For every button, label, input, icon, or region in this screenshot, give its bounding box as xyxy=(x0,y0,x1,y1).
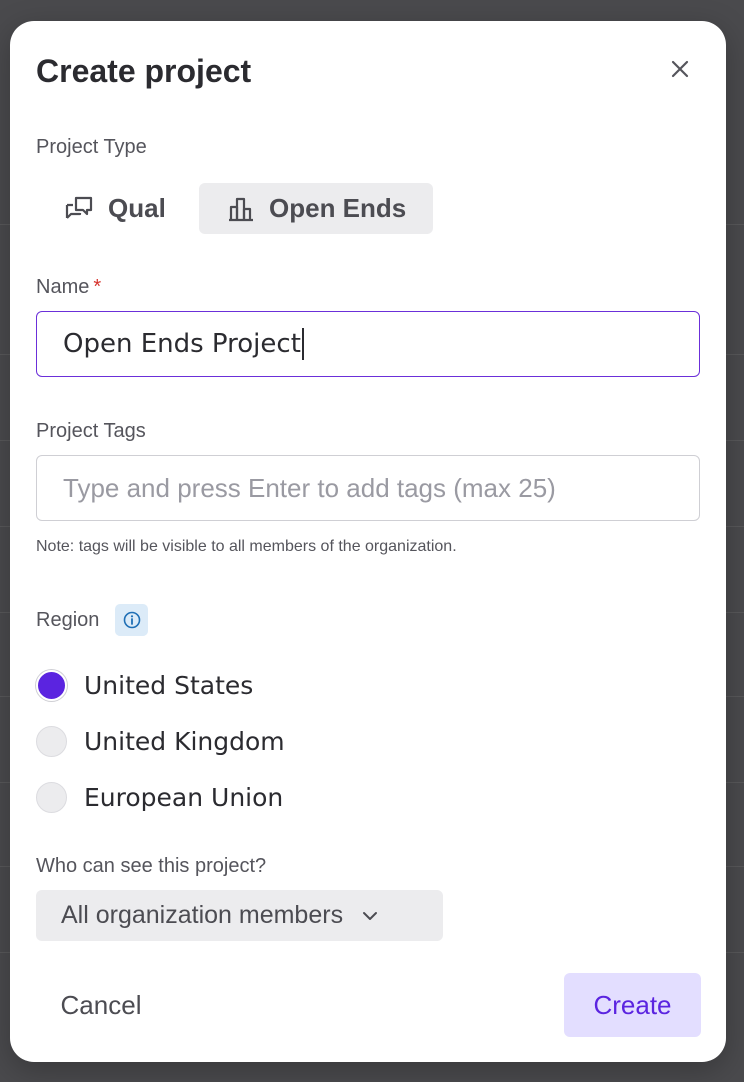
region-info-button[interactable] xyxy=(115,604,148,636)
cancel-button[interactable]: Cancel xyxy=(36,973,166,1037)
region-option-united-states[interactable]: United States xyxy=(36,668,253,702)
name-input[interactable]: Open Ends Project xyxy=(36,311,700,377)
project-type-qual-button[interactable]: Qual xyxy=(52,183,202,234)
region-option-european-union[interactable]: European Union xyxy=(36,780,283,814)
name-input-value: Open Ends Project xyxy=(63,329,301,359)
project-type-open-ends-label: Open Ends xyxy=(269,193,407,223)
project-type-label: Project Type xyxy=(36,136,147,158)
bar-chart-icon xyxy=(229,197,253,221)
visibility-select[interactable]: All organization members xyxy=(36,890,443,941)
create-project-dialog: Create project Project Type Qual Open En… xyxy=(10,21,726,1062)
region-option-label: European Union xyxy=(84,782,284,812)
close-icon xyxy=(671,60,689,78)
project-type-open-ends-button[interactable]: Open Ends xyxy=(199,183,433,234)
info-icon xyxy=(123,611,140,629)
tags-note: Note: tags will be visible to all member… xyxy=(36,538,457,555)
region-label: Region xyxy=(36,609,100,631)
project-type-qual-label: Qual xyxy=(108,193,166,223)
region-option-united-kingdom[interactable]: United Kingdom xyxy=(36,724,285,758)
radio-unchecked[interactable] xyxy=(36,725,67,757)
radio-checked[interactable] xyxy=(36,669,67,701)
close-button[interactable] xyxy=(660,49,700,89)
name-label-text: Name xyxy=(36,276,90,298)
project-tags-input[interactable]: Type and press Enter to add tags (max 25… xyxy=(36,455,700,521)
name-label: Name * xyxy=(36,273,101,301)
text-caret xyxy=(301,328,304,360)
visibility-label: Who can see this project? xyxy=(36,855,267,877)
required-marker: * xyxy=(93,276,102,298)
region-option-label: United Kingdom xyxy=(84,726,285,756)
project-tags-label: Project Tags xyxy=(36,420,146,442)
chat-bubbles-icon xyxy=(65,196,93,219)
radio-unchecked[interactable] xyxy=(36,781,67,813)
project-tags-placeholder: Type and press Enter to add tags (max 25… xyxy=(63,472,556,503)
visibility-selected-value: All organization members xyxy=(61,901,344,929)
region-option-label: United States xyxy=(84,670,254,700)
create-button[interactable]: Create xyxy=(564,973,701,1037)
dialog-title: Create project xyxy=(36,53,252,89)
chevron-down-icon xyxy=(363,911,378,920)
